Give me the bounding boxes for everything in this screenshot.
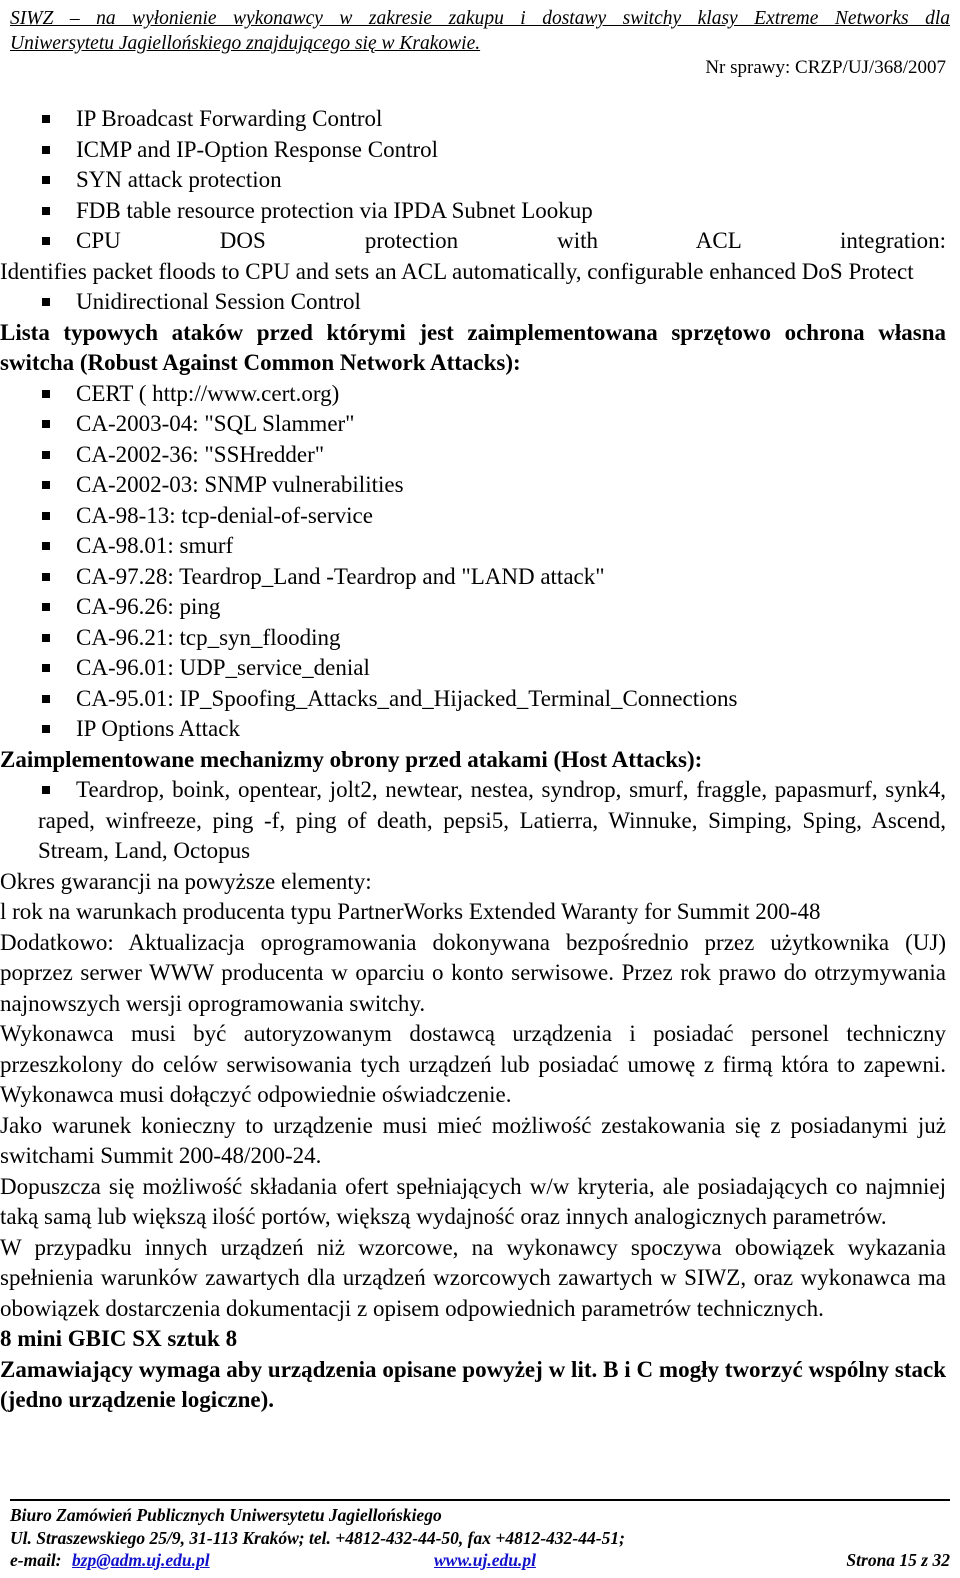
list-item: CA-96.21: tcp_syn_flooding	[38, 623, 946, 654]
square-bullet-icon	[42, 725, 50, 733]
cpu-dos-continuation: Identifies packet floods to CPU and sets…	[0, 258, 914, 284]
square-bullet-icon	[42, 450, 50, 459]
list-item-host-attacks: Teardrop, boink, opentear, jolt2, newtea…	[38, 775, 946, 867]
footer-page-number: Strona 15 z 32	[846, 1550, 950, 1570]
square-bullet-icon	[42, 481, 50, 489]
list-item-label: CA-96.26: ping	[76, 594, 221, 619]
square-bullet-icon	[42, 603, 50, 611]
list-item-label: CA-2003-04: "SQL Slammer"	[76, 411, 355, 436]
square-bullet-icon	[42, 145, 50, 154]
footer-email-link[interactable]: bzp@adm.uj.edu.pl	[72, 1549, 210, 1572]
square-bullet-icon	[42, 420, 50, 428]
square-bullet-icon	[42, 664, 50, 672]
footer-contact-row: e-mail: bzp@adm.uj.edu.pl www.uj.edu.pl …	[10, 1549, 950, 1572]
document-header: SIWZ – na wyłonienie wykonawcy w zakresi…	[10, 6, 950, 56]
list-item: FDB table resource protection via IPDA S…	[38, 196, 946, 227]
list-item-label: IP Options Attack	[76, 716, 240, 741]
header-title-line-1: SIWZ – na wyłonienie wykonawcy w zakresi…	[10, 8, 950, 29]
paragraph-nonstandard-devices: W przypadku innych urządzeń niż wzorcowe…	[0, 1234, 946, 1321]
list-item: IP Broadcast Forwarding Control	[38, 104, 946, 135]
list-item: CA-2003-04: "SQL Slammer"	[38, 409, 946, 440]
warranty-label: Okres gwarancji na powyższe elementy:	[0, 868, 372, 894]
footer-address: Ul. Straszewskiego 25/9, 31-113 Kraków; …	[10, 1527, 625, 1548]
footer-website-link[interactable]: www.uj.edu.pl	[434, 1549, 536, 1572]
list-item: CA-98.01: smurf	[38, 531, 946, 562]
list-item: CA-98-13: tcp-denial-of-service	[38, 501, 946, 532]
list-item: CA-96.26: ping	[38, 592, 946, 623]
square-bullet-icon	[42, 511, 50, 520]
heading-host-attacks: Zaimplementowane mechanizmy obrony przed…	[0, 746, 703, 772]
list-item: Unidirectional Session Control	[38, 287, 946, 318]
list-item-label: ICMP and IP-Option Response Control	[76, 136, 439, 162]
list-item: CERT ( http://www.cert.org)	[38, 379, 946, 410]
list-item: CA-2002-03: SNMP vulnerabilities	[38, 470, 946, 501]
list-item-label: CA-95.01: IP_Spoofing_Attacks_and_Hijack…	[76, 685, 738, 711]
square-bullet-icon	[42, 542, 50, 550]
list-item-label: SYN attack protection	[76, 167, 282, 192]
footer-email-label: e-mail:	[10, 1550, 62, 1570]
square-bullet-icon	[42, 389, 50, 398]
list-item-label: CA-98.01: smurf	[76, 533, 234, 558]
square-bullet-icon	[42, 237, 50, 245]
list-item: IP Options Attack	[38, 714, 946, 745]
list-item: CA-97.28: Teardrop_Land -Teardrop and "L…	[38, 562, 946, 593]
header-title-line-2: Uniwersytetu Jagiellońskiego znajdująceg…	[10, 33, 481, 54]
paragraph-authorized-supplier: Wykonawca musi być autoryzowanym dostawc…	[0, 1021, 946, 1107]
list-item-label: CA-98-13: tcp-denial-of-service	[76, 502, 373, 528]
document-body: IP Broadcast Forwarding Control ICMP and…	[0, 104, 946, 1416]
case-number: Nr sprawy: CRZP/UJ/368/2007	[705, 57, 946, 78]
list-item: CA-2002-36: "SSHredder"	[38, 440, 946, 471]
square-bullet-icon	[42, 786, 50, 794]
square-bullet-icon	[42, 633, 50, 642]
square-bullet-icon	[42, 115, 50, 123]
footer-office-name: Biuro Zamówień Publicznych Uniwersytetu …	[10, 1505, 442, 1525]
list-item: CA-96.01: UDP_service_denial	[38, 653, 946, 684]
list-item: ICMP and IP-Option Response Control	[38, 135, 946, 166]
footer-divider	[10, 1499, 950, 1501]
list-item-label: IP Broadcast Forwarding Control	[76, 106, 383, 131]
list-item-label: CA-96.21: tcp_syn_flooding	[76, 624, 341, 650]
square-bullet-icon	[42, 572, 50, 581]
list-item-label: Unidirectional Session Control	[76, 289, 361, 314]
square-bullet-icon	[42, 176, 50, 184]
list-item-label: CA-2002-36: "SSHredder"	[76, 441, 325, 467]
gbic-line: 8 mini GBIC SX sztuk 8	[0, 1326, 238, 1351]
paragraph-software-updates: Dodatkowo: Aktualizacja oprogramowania d…	[0, 929, 946, 1016]
list-item-label: CA-96.01: UDP_service_denial	[76, 655, 370, 680]
list-item-label: CA-97.28: Teardrop_Land -Teardrop and "L…	[76, 563, 605, 589]
square-bullet-icon	[42, 206, 50, 215]
list-item-label: CA-2002-03: SNMP vulnerabilities	[76, 472, 404, 497]
list-item-label: FDB table resource protection via IPDA S…	[76, 197, 593, 223]
list-item: CA-95.01: IP_Spoofing_Attacks_and_Hijack…	[38, 684, 946, 715]
square-bullet-icon	[42, 694, 50, 703]
paragraph-stacking-requirement: Jako warunek konieczny to urządzenie mus…	[0, 1112, 946, 1169]
list-item-label: CERT ( http://www.cert.org)	[76, 380, 340, 406]
list-item-label: CPU DOS protection with ACL integration:	[76, 228, 946, 253]
paragraph-alternative-offers: Dopuszcza się możliwość składania ofert …	[0, 1173, 946, 1230]
list-item-cpu-dos: CPU DOS protection with ACL integration:	[38, 226, 946, 257]
document-footer: Biuro Zamówień Publicznych Uniwersytetu …	[10, 1499, 950, 1572]
warranty-text: l rok na warunkach producenta typu Partn…	[0, 899, 821, 924]
square-bullet-icon	[42, 298, 50, 306]
list-item-label: Teardrop, boink, opentear, jolt2, newtea…	[38, 777, 946, 863]
list-item: SYN attack protection	[38, 165, 946, 196]
stack-requirement: Zamawiający wymaga aby urządzenia opisan…	[0, 1356, 946, 1413]
document-page: SIWZ – na wyłonienie wykonawcy w zakresi…	[0, 0, 960, 1578]
heading-robust-against-attacks: Lista typowych ataków przed którymi jest…	[0, 319, 946, 376]
